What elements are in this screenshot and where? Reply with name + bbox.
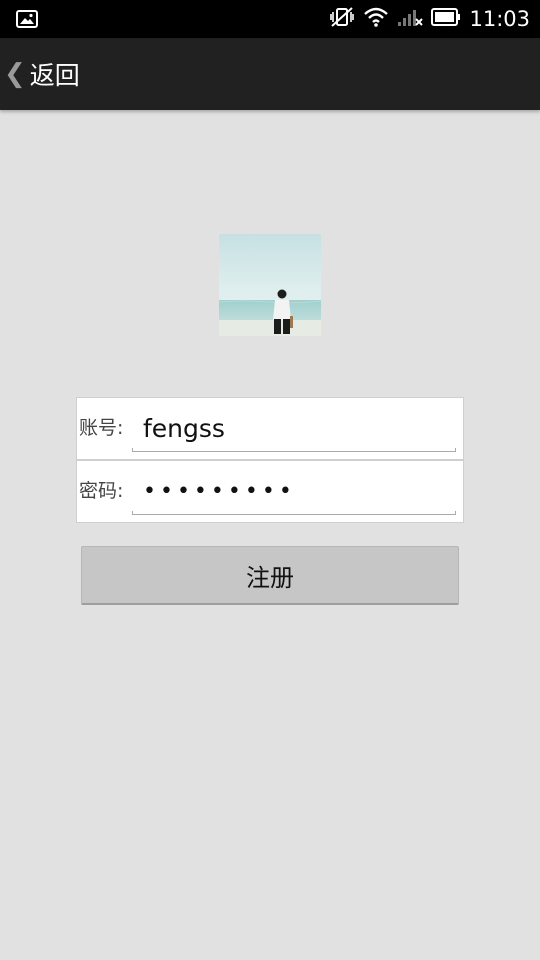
title-bar: ❮ 返回 xyxy=(0,38,540,110)
cell-signal-no-data-icon xyxy=(397,6,424,32)
register-button[interactable]: 注册 xyxy=(81,546,459,605)
password-label: 密码: xyxy=(79,480,124,502)
status-bar: 11:03 xyxy=(0,0,540,38)
wifi-icon xyxy=(363,6,389,32)
password-row: 密码: xyxy=(76,460,464,523)
password-input-underline xyxy=(132,511,456,515)
back-button[interactable]: ❮ 返回 xyxy=(4,38,80,110)
avatar xyxy=(219,234,321,336)
gallery-notification-icon xyxy=(16,10,38,32)
back-label: 返回 xyxy=(29,61,80,90)
login-form: 账号: 密码: xyxy=(76,397,464,524)
account-input-underline xyxy=(132,448,456,452)
vibrate-mute-icon xyxy=(329,6,355,32)
password-input[interactable] xyxy=(133,469,456,513)
status-icons: 11:03 xyxy=(329,0,530,38)
chevron-left-icon: ❮ xyxy=(4,59,26,89)
account-label: 账号: xyxy=(79,417,124,439)
account-row: 账号: xyxy=(76,397,464,460)
account-input[interactable] xyxy=(133,406,456,450)
status-time: 11:03 xyxy=(469,7,530,31)
battery-icon xyxy=(431,7,461,31)
